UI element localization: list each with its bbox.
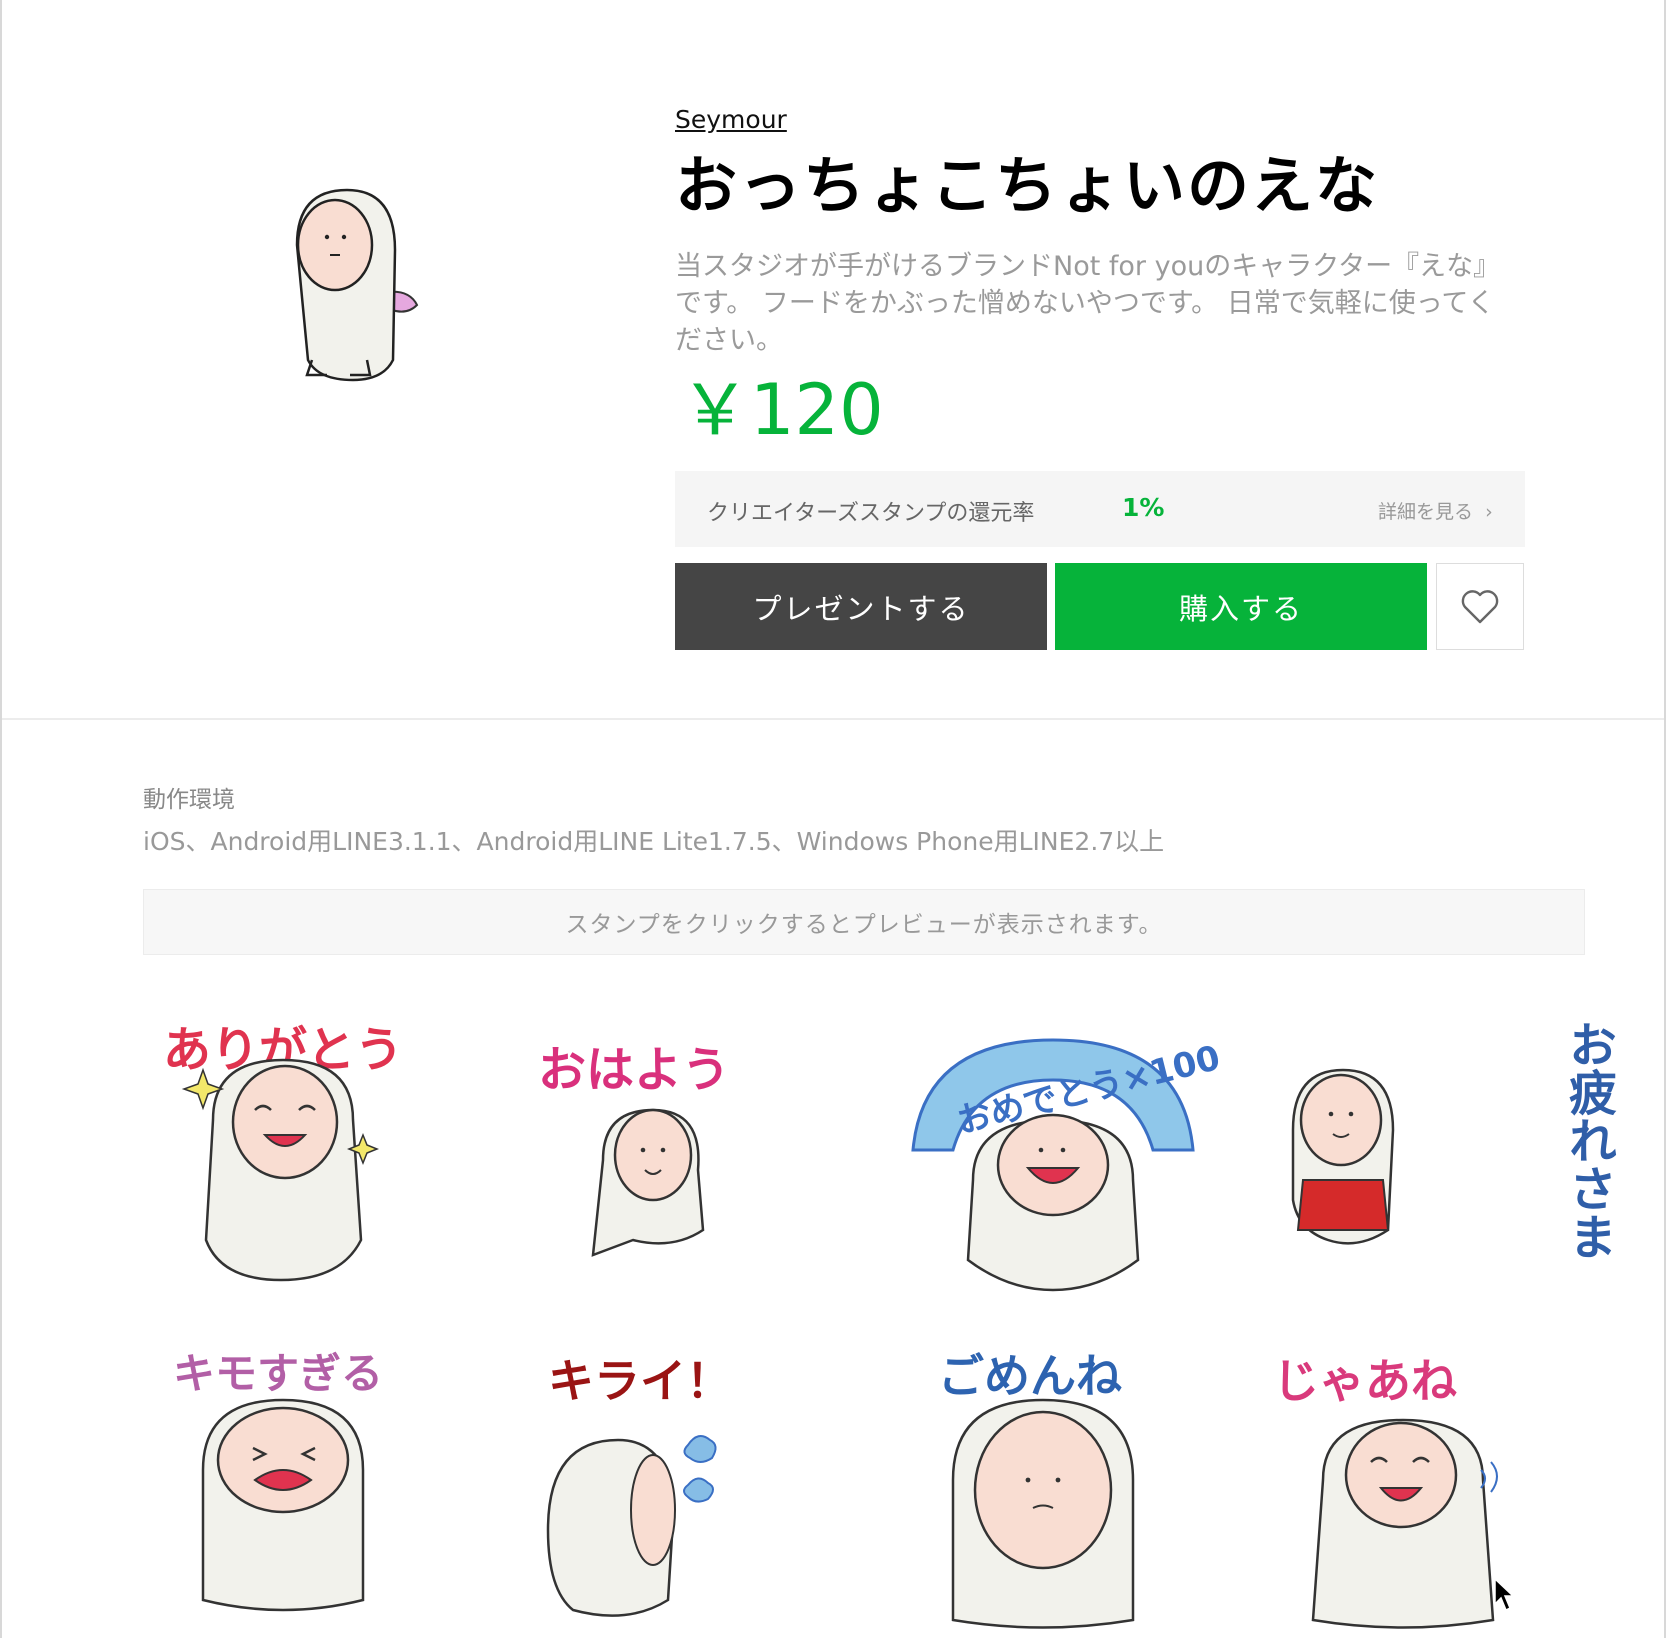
sticker-character-image xyxy=(201,1398,365,1612)
sticker-character-image xyxy=(181,1058,380,1282)
sticker-item[interactable]: キモすぎる xyxy=(143,1340,483,1640)
favorite-button[interactable] xyxy=(1436,563,1524,650)
chevron-right-icon: › xyxy=(1485,501,1493,523)
rate-label: クリエイターズスタンプの還元率 xyxy=(707,501,1035,526)
heart-outline-icon xyxy=(1461,589,1499,623)
sticker-caption: お疲れさま xyxy=(1560,1020,1616,1260)
rate-value: 1% xyxy=(1122,493,1165,522)
sticker-character-image xyxy=(546,1435,717,1617)
product-title: おっちょこちょいのえな xyxy=(675,149,1380,222)
sticker-item[interactable]: おめでとう×100 xyxy=(883,1010,1224,1310)
preview-notice: スタンプをクリックするとプレビューが表示されます。 xyxy=(143,889,1585,955)
mouse-pointer-icon xyxy=(1494,1578,1515,1612)
sticker-item[interactable]: おはよう xyxy=(513,1010,853,1310)
sticker-character-image xyxy=(591,1108,705,1257)
sticker-item[interactable]: キライ！ xyxy=(513,1340,853,1640)
sticker-item[interactable]: じゃあね xyxy=(1253,1340,1593,1640)
environment-text: iOS、Android用LINE3.1.1、Android用LINE Lite1… xyxy=(143,827,1165,856)
sticker-item[interactable]: お疲れさま xyxy=(1253,1010,1616,1310)
sticker-item[interactable]: ありがとう xyxy=(143,1010,483,1310)
buy-button[interactable]: 購入する xyxy=(1055,563,1427,650)
product-description: 当スタジオが手がけるブランドNot for youのキャラクター『えな』です。 … xyxy=(675,251,1495,356)
environment-label: 動作環境 xyxy=(143,787,235,813)
product-price: ￥120 xyxy=(680,369,884,451)
creator-rate-bar: クリエイターズスタンプの還元率 1% 詳細を見る › xyxy=(675,471,1525,547)
sticker-character-image xyxy=(1291,1068,1395,1245)
sticker-character-image xyxy=(951,1398,1135,1629)
rate-details-label: 詳細を見る xyxy=(1378,501,1474,523)
author-link[interactable]: Seymour xyxy=(675,105,787,134)
rate-details-link[interactable]: 詳細を見る › xyxy=(1378,497,1493,524)
main-sticker-image xyxy=(295,188,419,382)
window-border-right xyxy=(1664,0,1666,1638)
sticker-grid: ありがとう おはよう おめでとう×100 お疲れさま キモすぎる キライ！ ごめ… xyxy=(143,1010,1616,1640)
sticker-item[interactable]: ごめんね xyxy=(883,1340,1223,1640)
gift-button[interactable]: プレゼントする xyxy=(675,563,1047,650)
sticker-character-image xyxy=(1311,1418,1498,1629)
product-header: Seymour おっちょこちょいのえな 当スタジオが手がけるブランドNot fo… xyxy=(2,0,1664,720)
